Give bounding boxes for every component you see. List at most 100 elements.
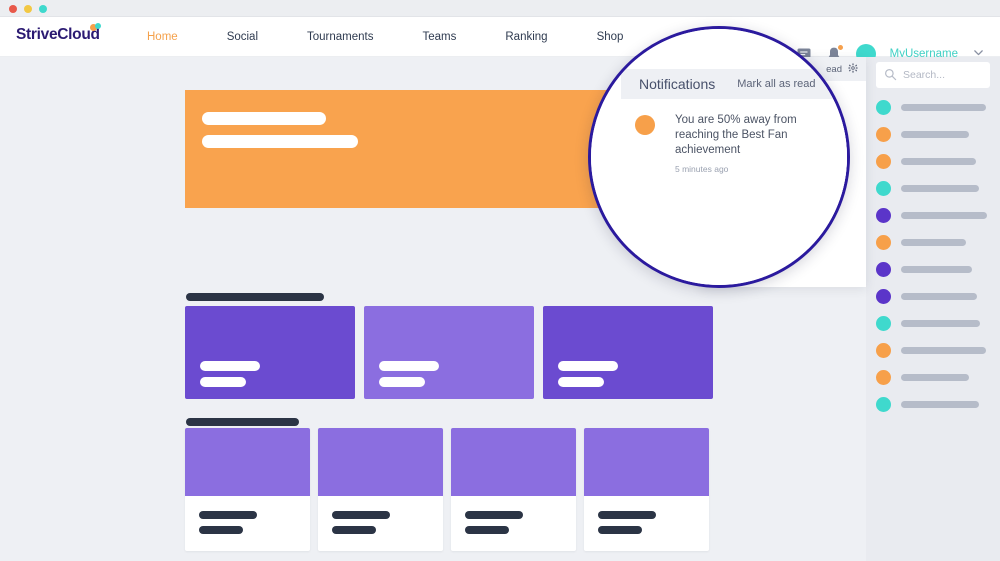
- sidebar-contact-item[interactable]: [876, 232, 996, 252]
- sidebar-contact-avatar: [876, 369, 891, 385]
- sidebar-contact-name-placeholder: [901, 211, 987, 219]
- sidebar-contact-item[interactable]: [876, 124, 996, 144]
- content-card-line-2: [332, 526, 376, 534]
- sidebar-contact-item[interactable]: [876, 97, 996, 117]
- content-card-line-1: [332, 511, 390, 519]
- sidebar-contact-avatar: [876, 396, 891, 412]
- content-card-thumbnail: [185, 428, 310, 496]
- app-window: StriveCloud Home Social Tournaments Team…: [0, 0, 1000, 561]
- content-card-thumbnail: [318, 428, 443, 496]
- sidebar-contact-item[interactable]: [876, 259, 996, 279]
- nav-links: Home Social Tournaments Teams Ranking Sh…: [147, 17, 647, 57]
- sidebar-search-placeholder: Search...: [903, 69, 946, 81]
- sidebar-contact-avatar: [876, 234, 891, 250]
- nav-item-tournaments[interactable]: Tournaments: [307, 31, 397, 43]
- nav-item-home[interactable]: Home: [147, 31, 202, 43]
- sidebar-contact-name-placeholder: [901, 157, 976, 165]
- sidebar-contact-item[interactable]: [876, 340, 996, 360]
- card-placeholder-line-1: [200, 361, 260, 371]
- section-one-card-row: [185, 306, 713, 399]
- sidebar-contact-avatar: [876, 126, 891, 142]
- sidebar-contact-name-placeholder: [901, 238, 966, 246]
- search-icon: [884, 68, 897, 86]
- notification-avatar: [635, 115, 655, 135]
- card-placeholder-line-1: [379, 361, 439, 371]
- brand-logo-text: StriveCloud: [16, 26, 100, 43]
- sidebar-contact-avatar: [876, 288, 891, 304]
- hero-placeholder-line-1: [202, 112, 326, 125]
- sidebar-contact-name-placeholder: [901, 373, 969, 381]
- window-controls: [9, 5, 47, 13]
- sidebar-contact-avatar: [876, 315, 891, 331]
- magnifier-lens: Notifications Mark all as read You are 5…: [588, 26, 850, 288]
- content-card[interactable]: [318, 428, 443, 551]
- card-placeholder-line-1: [558, 361, 618, 371]
- nav-item-ranking[interactable]: Ranking: [505, 31, 571, 43]
- sidebar-contact-avatar: [876, 207, 891, 223]
- sidebar-contact-name-placeholder: [901, 265, 972, 273]
- content-card-thumbnail: [584, 428, 709, 496]
- nav-item-teams[interactable]: Teams: [423, 31, 481, 43]
- sidebar-contact-name-placeholder: [901, 319, 980, 327]
- right-sidebar: Search...: [866, 57, 1000, 561]
- sidebar-contact-name-placeholder: [901, 103, 986, 111]
- sidebar-contact-item[interactable]: [876, 151, 996, 171]
- content-card-line-1: [199, 511, 257, 519]
- window-chrome: [0, 0, 1000, 17]
- notifications-title: Notifications: [639, 76, 716, 92]
- notifications-list: You are 50% away from reaching the Best …: [621, 99, 847, 249]
- content-card-line-1: [598, 511, 656, 519]
- sidebar-contact-name-placeholder: [901, 400, 979, 408]
- sidebar-contact-list: [876, 97, 996, 421]
- sidebar-contact-name-placeholder: [901, 292, 977, 300]
- close-window-dot[interactable]: [9, 5, 17, 13]
- content-card-line-2: [199, 526, 243, 534]
- content-card-line-2: [465, 526, 509, 534]
- notifications-header: Notifications Mark all as read: [621, 69, 847, 99]
- top-navigation-bar: StriveCloud Home Social Tournaments Team…: [0, 17, 1000, 74]
- minimize-window-dot[interactable]: [24, 5, 32, 13]
- brand-logo[interactable]: StriveCloud: [16, 23, 101, 44]
- section-two-card-row: [185, 428, 709, 551]
- gear-icon[interactable]: [848, 60, 858, 78]
- content-card[interactable]: [185, 428, 310, 551]
- sidebar-contact-name-placeholder: [901, 184, 979, 192]
- magnified-content: Notifications Mark all as read You are 5…: [591, 29, 847, 285]
- section-heading-two: [186, 418, 299, 426]
- sidebar-contact-item[interactable]: [876, 178, 996, 198]
- sidebar-contact-avatar: [876, 153, 891, 169]
- notification-item[interactable]: You are 50% away from reaching the Best …: [621, 99, 847, 184]
- sidebar-contact-item[interactable]: [876, 286, 996, 306]
- card-placeholder-line-2: [558, 377, 604, 387]
- content-card[interactable]: [451, 428, 576, 551]
- brand-logo-mark: [90, 23, 106, 33]
- card-placeholder-line-2: [379, 377, 425, 387]
- notification-timestamp: 5 minutes ago: [675, 164, 729, 174]
- feature-card[interactable]: [185, 306, 355, 399]
- content-card-thumbnail: [451, 428, 576, 496]
- sidebar-contact-item[interactable]: [876, 313, 996, 333]
- sidebar-contact-name-placeholder: [901, 346, 986, 354]
- card-placeholder-line-2: [200, 377, 246, 387]
- sidebar-contact-item[interactable]: [876, 205, 996, 225]
- feature-card[interactable]: [543, 306, 713, 399]
- sidebar-contact-name-placeholder: [901, 130, 969, 138]
- sidebar-contact-avatar: [876, 261, 891, 277]
- sidebar-contact-item[interactable]: [876, 394, 996, 414]
- logo-dot-teal-icon: [95, 23, 101, 29]
- feature-card[interactable]: [364, 306, 534, 399]
- hero-placeholder-line-2: [202, 135, 358, 148]
- sidebar-search-box[interactable]: Search...: [876, 62, 990, 88]
- notification-text: You are 50% away from reaching the Best …: [675, 114, 797, 156]
- content-card[interactable]: [584, 428, 709, 551]
- sidebar-contact-avatar: [876, 342, 891, 358]
- maximize-window-dot[interactable]: [39, 5, 47, 13]
- mark-all-as-read-link[interactable]: Mark all as read: [737, 78, 815, 90]
- sidebar-contact-avatar: [876, 99, 891, 115]
- section-heading-one: [186, 293, 324, 301]
- nav-item-social[interactable]: Social: [227, 31, 282, 43]
- content-card-line-2: [598, 526, 642, 534]
- content-card-line-1: [465, 511, 523, 519]
- sidebar-contact-item[interactable]: [876, 367, 996, 387]
- sidebar-contact-avatar: [876, 180, 891, 196]
